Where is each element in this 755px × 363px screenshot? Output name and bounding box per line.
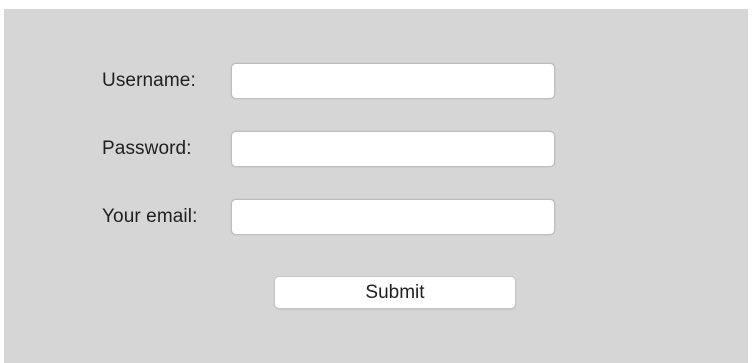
email-input[interactable] (231, 199, 555, 235)
login-form-panel: Username: Password: Your email: Submit (4, 9, 748, 363)
email-label: Your email: (102, 206, 198, 227)
password-row: Password: (102, 130, 555, 168)
submit-button[interactable]: Submit (274, 276, 516, 309)
password-input[interactable] (231, 131, 555, 167)
username-label: Username: (102, 70, 196, 91)
username-input[interactable] (231, 63, 555, 99)
username-row: Username: (102, 62, 555, 100)
email-row: Your email: (102, 198, 555, 236)
password-label: Password: (102, 138, 192, 159)
